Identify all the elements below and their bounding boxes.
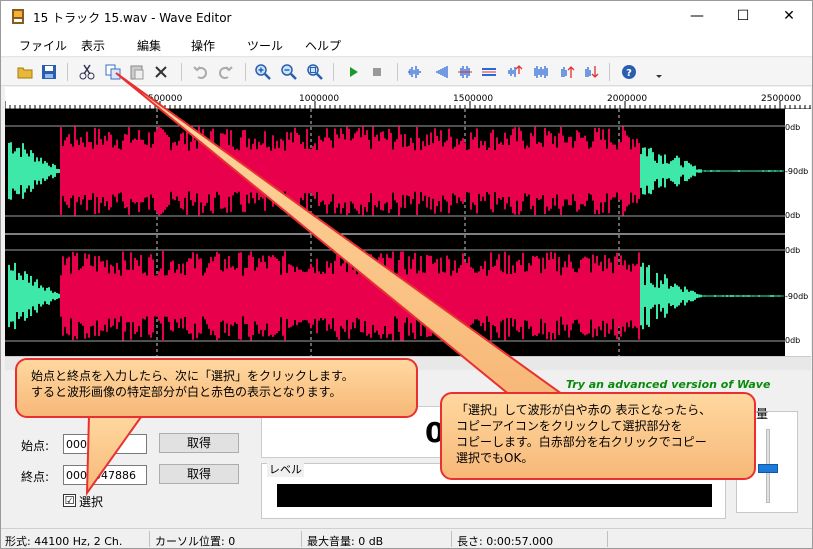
menu-bar: ファイル 表示 編集 操作 ツール ヘルプ [1,32,812,57]
select-label[interactable]: 選択 [79,493,103,510]
wave-silence-icon[interactable] [479,62,499,82]
ruler-label: 2500000 [761,94,802,104]
db-label: -90db [785,292,809,301]
ruler-label: 1500000 [453,94,494,104]
acquire-end-button[interactable]: 取得 [159,464,239,484]
db-label: 0db [785,336,801,345]
title-bar: 15 トラック 15.wav - Wave Editor — ☐ ✕ [1,1,812,32]
app-icon [12,9,24,24]
volume-label: 量 [756,407,769,421]
sample-ruler[interactable]: 500000 1000000 1500000 2000000 2500000 [5,87,811,109]
end-input[interactable]: 0002047886 [63,465,147,485]
wave-normalize-icon[interactable] [405,62,425,82]
wave-reverse-icon[interactable] [531,62,551,82]
db-label: 0db [785,123,801,132]
wave-volume-up-icon[interactable] [557,62,577,82]
callout-1-line-1: 始点と終点を入力したら、次に「選択」をクリックします。 [31,369,354,383]
delete-icon[interactable] [151,62,171,82]
toolbar: ? [1,58,812,86]
help-icon[interactable]: ? [619,62,639,82]
volume-slider-thumb[interactable] [758,464,778,473]
acquire-start-button[interactable]: 取得 [159,433,239,453]
callout-2-line-3: コピーします。白赤部分を右クリックでコピー [456,435,707,449]
zoom-in-icon[interactable] [253,62,273,82]
close-button[interactable]: ✕ [766,1,812,32]
status-bar: 形式: 44100 Hz, 2 Ch. カーソル位置: 0 最大音量: 0 dB… [1,528,812,548]
ruler-label: 1000000 [299,94,340,104]
wave-fade-in-icon[interactable] [431,62,451,82]
svg-text:?: ? [626,68,632,79]
redo-icon[interactable] [215,62,235,82]
status-cursor: カーソル位置: 0 [155,535,236,548]
waveform-canvas[interactable] [5,109,785,356]
menu-file[interactable]: ファイル [19,37,67,54]
status-length: 長さ: 0:00:57.000 [457,535,554,548]
zoom-fit-icon[interactable] [305,62,325,82]
undo-icon[interactable] [191,62,211,82]
menu-view[interactable]: 表示 [81,37,105,54]
maximize-button[interactable]: ☐ [720,1,766,32]
db-scale: 0db -90db 0db 0db -90db 0db [785,109,811,356]
waveform-view[interactable] [5,109,785,356]
wave-split-icon[interactable] [455,62,475,82]
instruction-callout-2: 「選択」して波形が白や赤の 表示となったら、 コピーアイコンをクリックして選択部… [440,392,756,480]
paste-icon[interactable] [127,62,147,82]
start-input[interactable]: 000 [63,434,147,454]
copy-icon[interactable] [103,62,123,82]
menu-operation[interactable]: 操作 [191,37,215,54]
callout-2-line-1: 「選択」して波形が白や赤の 表示となったら、 [456,403,712,417]
wave-volume-down-icon[interactable] [581,62,601,82]
menu-tools[interactable]: ツール [247,37,283,54]
wave-amplify-icon[interactable] [505,62,525,82]
db-label: 0db [785,211,801,220]
callout-2-line-2: コピーアイコンをクリックして選択部分を [456,419,683,433]
toolbar-overflow-icon[interactable] [649,62,669,82]
menu-edit[interactable]: 編集 [137,37,161,54]
end-label: 終点: [21,470,50,484]
cut-icon[interactable] [77,62,97,82]
db-label: -90db [785,167,809,176]
menu-help[interactable]: ヘルプ [305,37,341,54]
open-icon[interactable] [15,62,35,82]
save-icon[interactable] [39,62,59,82]
instruction-callout-1: 始点と終点を入力したら、次に「選択」をクリックします。 すると波形画像の特定部分… [15,358,418,418]
zoom-out-icon[interactable] [279,62,299,82]
status-max-volume: 最大音量: 0 dB [307,535,384,548]
ruler-label: 2000000 [607,94,648,104]
ruler-label: 500000 [148,94,183,104]
db-label: 0db [785,246,801,255]
callout-1-line-2: すると波形画像の特定部分が白と赤色の表示となります。 [31,385,342,399]
start-label: 始点: [21,439,50,453]
window-title: 15 トラック 15.wav - Wave Editor [33,11,232,25]
minimize-button[interactable]: — [674,1,720,32]
level-meter [277,484,712,507]
status-format: 形式: 44100 Hz, 2 Ch. [5,535,123,548]
callout-2-line-4: 選択でもOK。 [456,451,534,465]
wave-editor-window: 15 トラック 15.wav - Wave Editor — ☐ ✕ ファイル … [0,0,813,549]
level-label: レベル [267,461,304,477]
play-icon[interactable] [343,62,363,82]
select-checkbox[interactable]: ☑ [63,494,76,507]
stop-icon[interactable] [367,62,387,82]
